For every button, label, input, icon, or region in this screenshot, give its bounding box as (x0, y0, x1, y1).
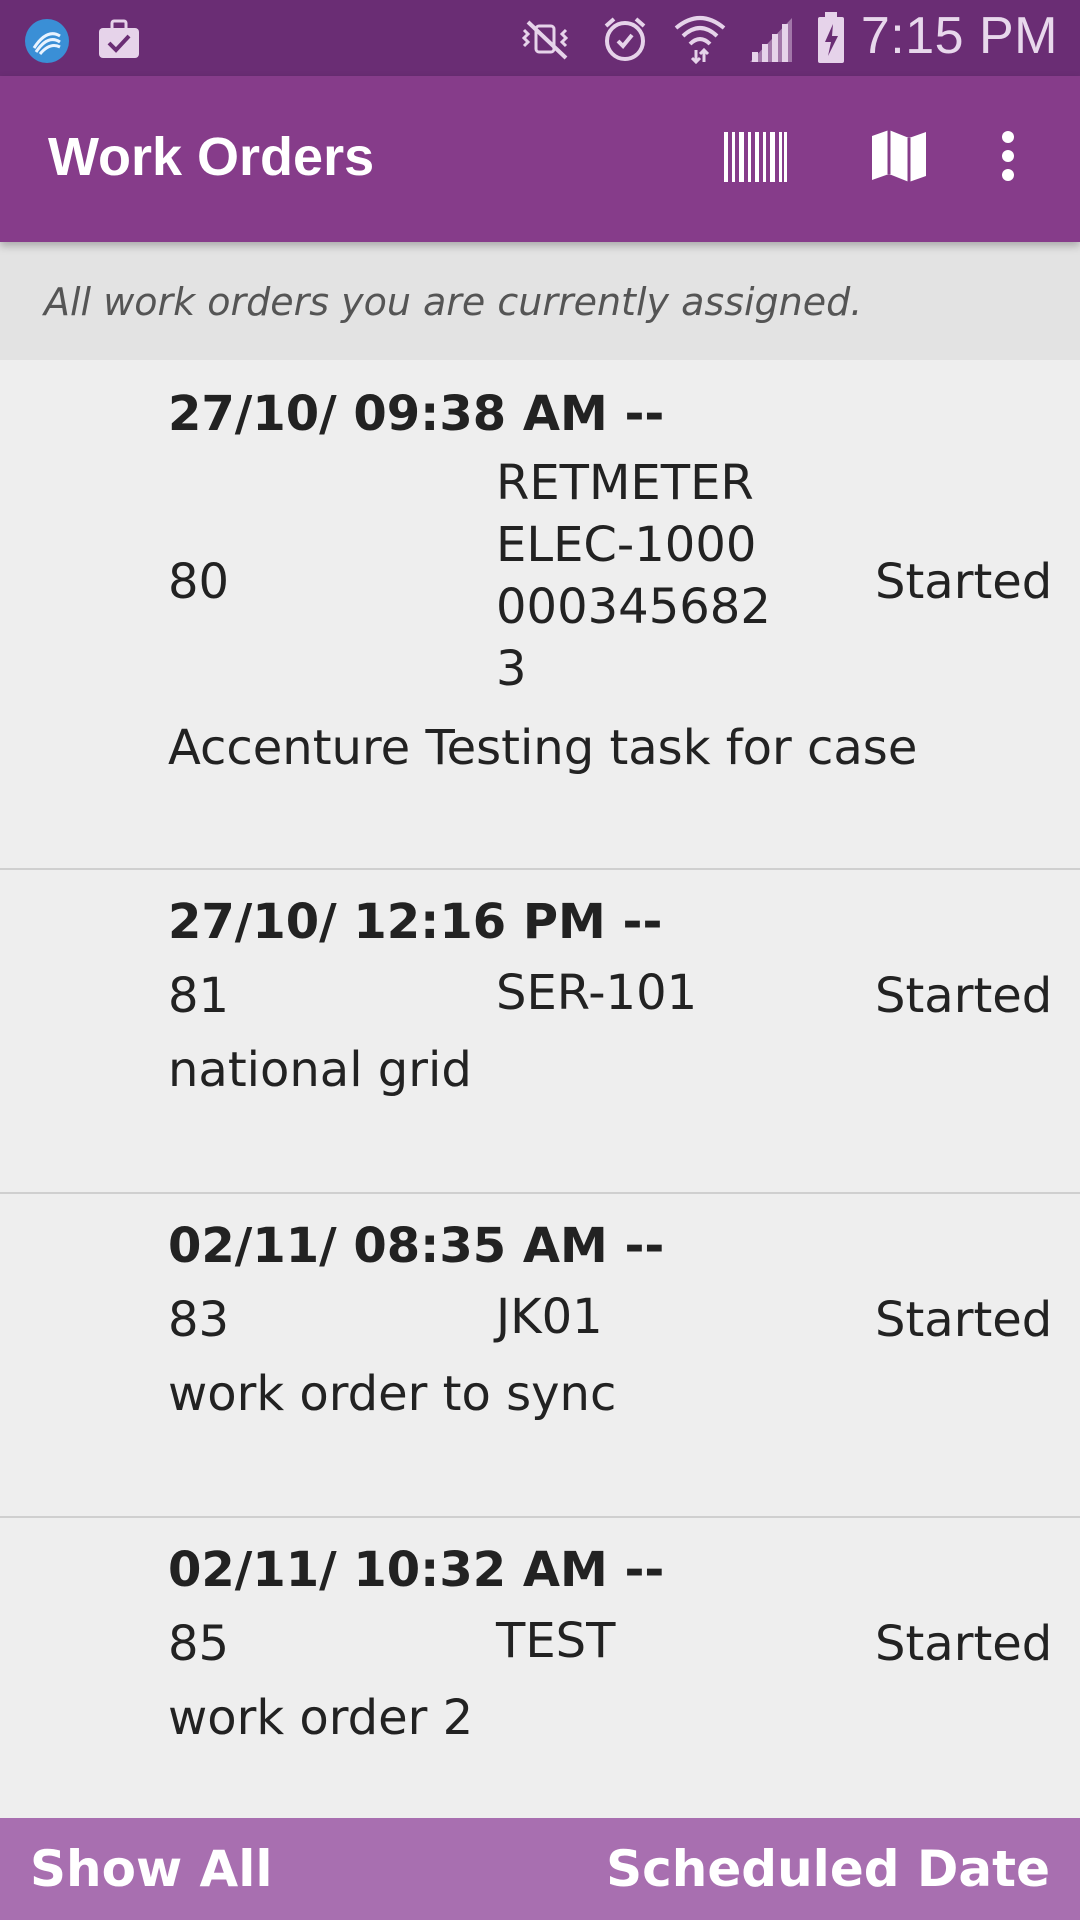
wifi-icon (672, 10, 728, 69)
work-order-code: JK01 (496, 1286, 603, 1348)
briefcase-check-icon (96, 18, 142, 65)
scheduled-date-button[interactable]: Scheduled Date (606, 1840, 1050, 1898)
work-order-row[interactable]: 27/10/ 09:38 AM -- 80 RETMETER ELEC-1000… (0, 360, 1080, 870)
work-order-code-line: SER-101 (496, 965, 698, 1021)
map-icon[interactable] (870, 128, 928, 189)
more-vert-icon[interactable] (998, 130, 1018, 187)
status-time: 7:15 PM (860, 7, 1058, 65)
work-order-status: Started (875, 1292, 1053, 1348)
work-order-datetime: 02/11/ 10:32 AM -- (168, 1542, 665, 1598)
work-order-description: work order 2 (168, 1690, 474, 1746)
work-order-description: work order to sync (168, 1366, 617, 1422)
app-logo-icon (22, 16, 72, 71)
work-order-number: 81 (168, 968, 230, 1024)
work-order-description: national grid (168, 1042, 472, 1098)
status-bar: 7:15 PM (0, 0, 1080, 76)
work-order-code-line: 3 (496, 641, 527, 697)
work-order-row[interactable]: 02/11/ 10:32 AM -- 85 TEST Started work … (0, 1518, 1080, 1818)
work-order-list: 27/10/ 09:38 AM -- 80 RETMETER ELEC-1000… (0, 360, 1080, 1818)
show-all-button[interactable]: Show All (30, 1840, 273, 1898)
bottom-bar: Show All Scheduled Date (0, 1818, 1080, 1920)
work-order-datetime: 27/10/ 09:38 AM -- (168, 386, 665, 442)
barcode-icon[interactable] (722, 132, 788, 187)
app-bar: Work Orders (0, 76, 1080, 242)
work-order-datetime: 02/11/ 08:35 AM -- (168, 1218, 665, 1274)
work-order-code-line: TEST (496, 1613, 616, 1669)
work-order-code-line: 000345682 (496, 579, 771, 635)
list-description-text: All work orders you are currently assign… (44, 280, 863, 324)
work-order-status: Started (875, 968, 1053, 1024)
work-order-row[interactable]: 02/11/ 08:35 AM -- 83 JK01 Started work … (0, 1194, 1080, 1518)
work-order-number: 83 (168, 1292, 230, 1348)
alarm-icon (600, 14, 650, 69)
work-order-status: Started (875, 554, 1053, 610)
work-order-description: Accenture Testing task for case (168, 720, 918, 776)
mute-vibrate-icon (518, 16, 574, 67)
work-order-code-line: JK01 (496, 1289, 603, 1345)
work-order-code-line: ELEC-1000 (496, 517, 757, 573)
signal-icon (746, 14, 796, 69)
page-title: Work Orders (48, 127, 375, 187)
battery-charging-icon (816, 12, 846, 69)
list-description: All work orders you are currently assign… (0, 242, 1080, 360)
work-order-code-line: RETMETER (496, 455, 754, 511)
work-order-datetime: 27/10/ 12:16 PM -- (168, 894, 663, 950)
work-order-row[interactable]: 27/10/ 12:16 PM -- 81 SER-101 Started na… (0, 870, 1080, 1194)
work-order-code: TEST (496, 1610, 615, 1672)
work-order-number: 85 (168, 1616, 230, 1672)
work-order-status: Started (875, 1616, 1053, 1672)
work-order-number: 80 (168, 554, 230, 610)
work-order-code: RETMETER ELEC-1000 000345682 3 (496, 452, 771, 700)
work-order-code: SER-101 (496, 962, 697, 1024)
